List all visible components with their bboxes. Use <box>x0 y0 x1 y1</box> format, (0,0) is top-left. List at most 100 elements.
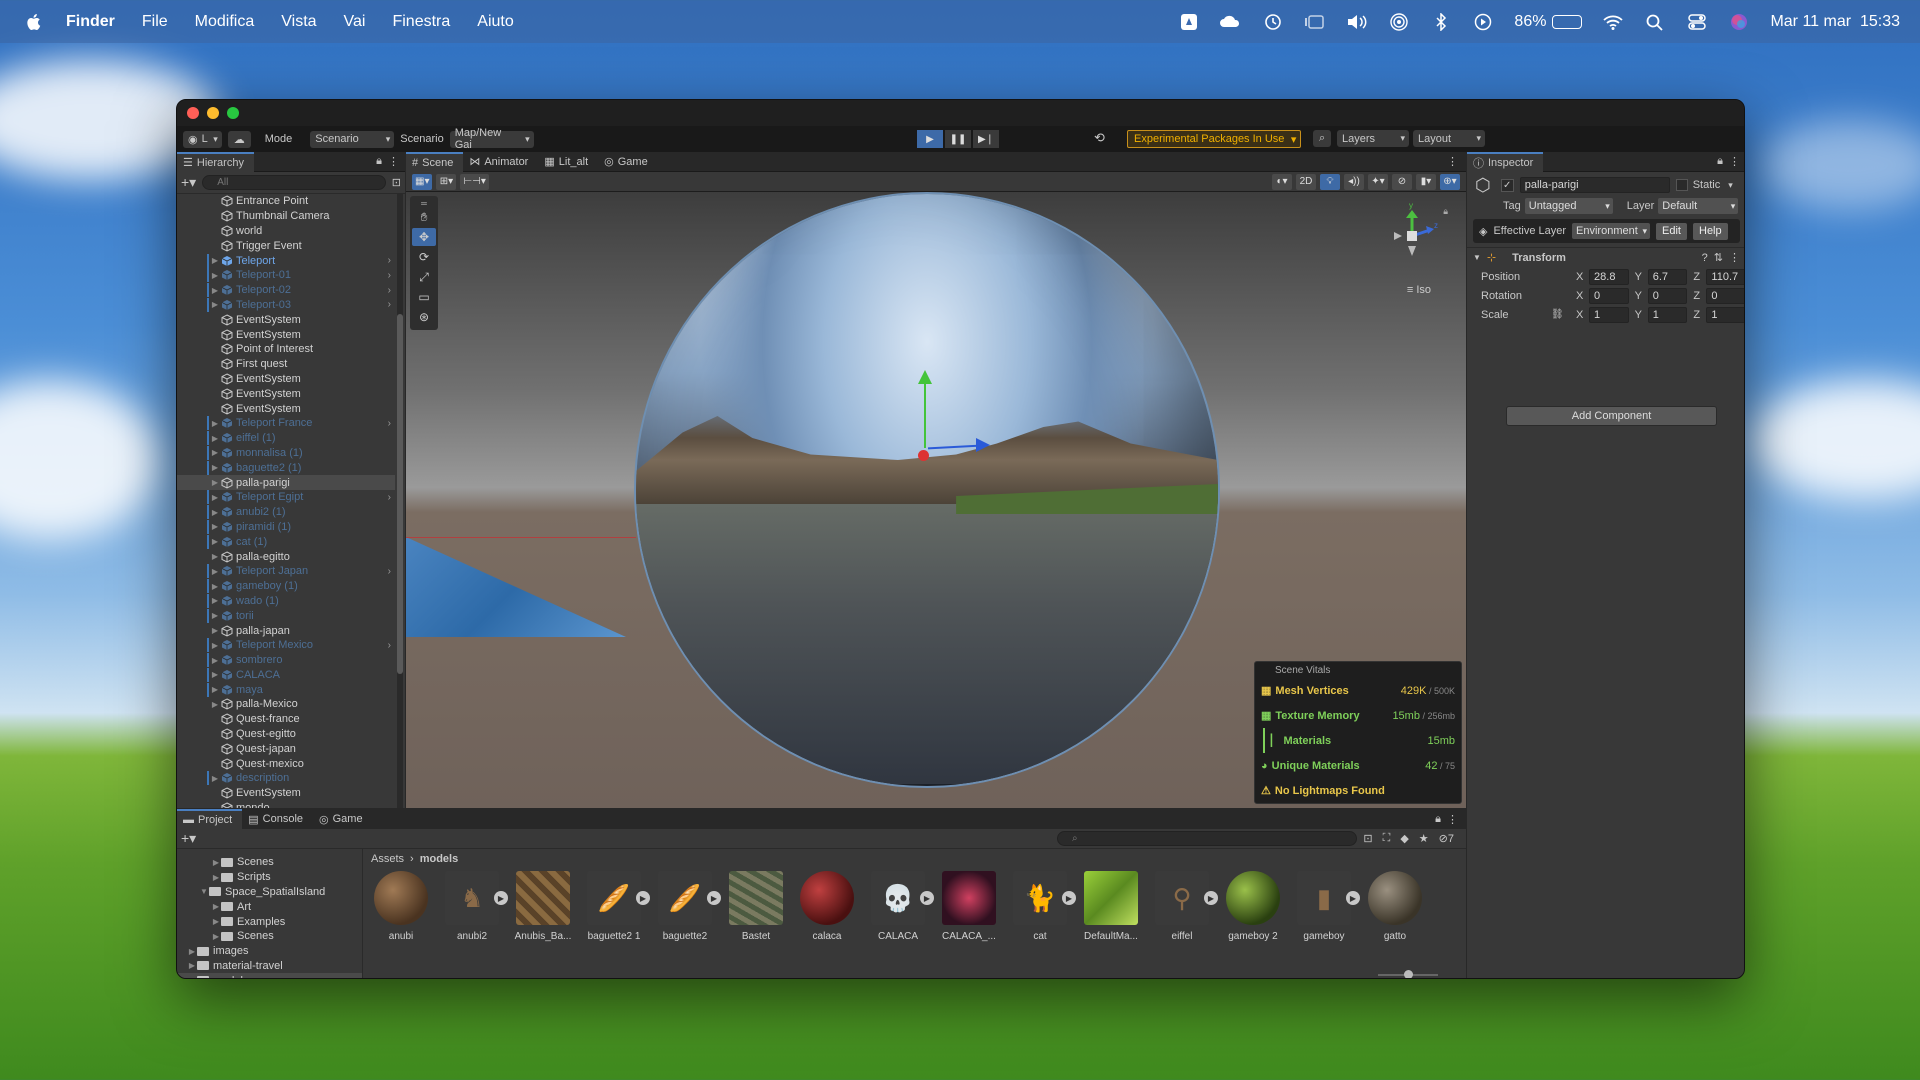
expand-arrow-icon[interactable]: ▶ <box>209 537 221 546</box>
filter-icon[interactable]: ⊡ <box>392 176 401 189</box>
axis-z-label[interactable]: Z <box>1693 309 1706 321</box>
expand-prefab-icon[interactable]: ▶ <box>1204 891 1218 905</box>
lighting-toggle-button[interactable]: 💡︎ <box>1320 173 1340 190</box>
gizmos-button[interactable]: ⊕▾ <box>1440 173 1460 190</box>
chevron-right-icon[interactable]: › <box>388 640 391 651</box>
expand-arrow-icon[interactable]: ▶ <box>209 582 221 591</box>
chevron-right-icon[interactable]: › <box>388 285 391 296</box>
hierarchy-row[interactable]: Point of Interest <box>177 342 395 357</box>
chevron-right-icon[interactable]: › <box>388 492 391 503</box>
lock-icon[interactable]: 🔒︎ <box>1435 813 1441 826</box>
hierarchy-row[interactable]: ▶ Teleport Mexico › <box>177 638 395 653</box>
expand-prefab-icon[interactable]: ▶ <box>707 891 721 905</box>
hierarchy-row[interactable]: Trigger Event <box>177 238 395 253</box>
asset-item[interactable]: ♞ ▶ anubi2 <box>442 871 508 951</box>
scrollbar-thumb[interactable] <box>397 314 403 674</box>
scale-y-field[interactable]: 1 <box>1647 306 1688 323</box>
history-icon[interactable]: ⟲ <box>1094 130 1105 146</box>
hierarchy-row[interactable]: ▶ eiffel (1) <box>177 431 395 446</box>
tab-lit-alt[interactable]: ▦ Lit_alt <box>538 152 598 172</box>
folder-tree-item[interactable]: ▶ Scenes <box>177 929 362 944</box>
hierarchy-row[interactable]: Quest-france <box>177 712 395 727</box>
apple-icon[interactable] <box>24 12 44 32</box>
folder-tree-item[interactable]: ▶ Examples <box>177 914 362 929</box>
expand-arrow-icon[interactable]: ▶ <box>209 611 221 620</box>
kebab-menu-icon[interactable]: ⋮ <box>1447 155 1458 168</box>
asset-item[interactable]: gameboy 2 <box>1223 871 1283 951</box>
menu-app-finder[interactable]: Finder <box>66 13 115 31</box>
position-y-field[interactable]: 6.7 <box>1647 268 1688 285</box>
grid-snap-button[interactable]: ⊞▾ <box>436 173 457 190</box>
rect-tool-icon[interactable]: ▭ <box>412 288 436 306</box>
siri-icon[interactable] <box>1728 13 1750 31</box>
tool-handle-button[interactable]: ▦▾ <box>412 173 433 190</box>
mode-dropdown[interactable]: Scenario <box>310 130 395 148</box>
position-z-field[interactable]: 110.7 <box>1706 268 1744 285</box>
hierarchy-row[interactable]: mondo <box>177 801 395 808</box>
hierarchy-row[interactable]: ▶ palla-Mexico <box>177 697 395 712</box>
hierarchy-scrollbar[interactable] <box>397 194 403 808</box>
folder-tree-item[interactable]: ▶ models <box>177 973 362 978</box>
scale-x-field[interactable]: 1 <box>1589 306 1629 323</box>
folder-tree-item[interactable]: ▶ Art <box>177 899 362 914</box>
hierarchy-row[interactable]: ▶ Teleport Egipt › <box>177 490 395 505</box>
label-icon[interactable]: ◆ <box>1400 832 1408 845</box>
hierarchy-row[interactable]: EventSystem <box>177 312 395 327</box>
expand-arrow-icon[interactable]: ▶ <box>209 271 221 280</box>
spotlight-search-icon[interactable] <box>1644 13 1666 31</box>
scene-viewport[interactable]: ═ ✋︎ ✥ ⟳ ⤢ ▭ ⊛ y z 🔒︎ ≡ Iso Scene Vitals… <box>406 192 1466 808</box>
hierarchy-row[interactable]: ▶ maya <box>177 682 395 697</box>
asset-item[interactable]: Bastet <box>726 871 786 951</box>
tab-hierarchy[interactable]: ☰ Hierarchy <box>177 151 254 172</box>
hidden-packages-toggle[interactable]: ⊘7 <box>1439 832 1454 845</box>
folder-tree-item[interactable]: ▶ Scenes <box>177 855 362 870</box>
effects-button[interactable]: ✦▾ <box>1368 173 1388 190</box>
tab-console[interactable]: ▤ Console <box>242 809 313 829</box>
transform-tool-icon[interactable]: ⊛ <box>412 308 436 326</box>
asset-item[interactable]: 🥖 ▶ baguette2 1 <box>584 871 650 951</box>
hierarchy-row[interactable]: EventSystem <box>177 386 395 401</box>
expand-arrow-icon[interactable]: ▶ <box>209 300 221 309</box>
hierarchy-row[interactable]: ▶ torii <box>177 608 395 623</box>
preset-icon[interactable]: ⇅ <box>1714 251 1723 264</box>
asset-item[interactable]: 💀 ▶ CALACA <box>868 871 934 951</box>
expand-arrow-icon[interactable]: ▶ <box>209 286 221 295</box>
layer-dropdown[interactable]: Default <box>1658 198 1739 214</box>
kebab-menu-icon[interactable]: ⋮ <box>1729 155 1740 168</box>
hierarchy-search-input[interactable]: All <box>202 175 386 190</box>
chevron-right-icon[interactable]: › <box>388 255 391 266</box>
move-gizmo-center[interactable] <box>918 450 929 461</box>
hierarchy-row[interactable]: ▶ Teleport-03 › <box>177 297 395 313</box>
clock[interactable]: Mar 11 mar 15:33 <box>1770 13 1900 31</box>
axis-y-label[interactable]: Y <box>1635 271 1648 283</box>
search-by-type-icon[interactable]: ⊡ <box>1363 832 1372 845</box>
cloud-button[interactable]: ☁ <box>227 130 251 148</box>
scenario-dropdown[interactable]: Map/New Gai <box>449 127 534 151</box>
hierarchy-row[interactable]: ▶ description <box>177 771 395 786</box>
effective-layer-dropdown[interactable]: Environment <box>1572 223 1651 239</box>
camera-settings-button[interactable]: ▮▾ <box>1416 173 1436 190</box>
hierarchy-row[interactable]: EventSystem <box>177 372 395 387</box>
hierarchy-row[interactable]: ▶ Teleport-02 › <box>177 283 395 298</box>
axis-x-label[interactable]: X <box>1576 271 1589 283</box>
hierarchy-row[interactable]: EventSystem <box>177 327 395 342</box>
tab-game[interactable]: ◎ Game <box>598 152 658 172</box>
time-machine-icon[interactable] <box>1262 13 1284 31</box>
asset-item[interactable]: gatto <box>1365 871 1425 951</box>
hierarchy-row[interactable]: ▶ wado (1) <box>177 593 395 609</box>
cloud-icon[interactable] <box>1220 13 1242 31</box>
asset-item[interactable]: ▮ ▶ gameboy <box>1294 871 1360 951</box>
tab-project[interactable]: ▬ Project <box>177 809 243 829</box>
menu-window[interactable]: Finestra <box>392 13 450 31</box>
expand-arrow-icon[interactable]: ▶ <box>209 626 221 635</box>
icon-size-slider[interactable] <box>1378 970 1438 978</box>
expand-arrow-icon[interactable]: ▶ <box>211 873 221 882</box>
minimize-window-button[interactable] <box>207 107 219 119</box>
asset-item[interactable]: DefaultMa... <box>1081 871 1141 951</box>
asset-item[interactable]: CALACA_... <box>939 871 999 951</box>
expand-arrow-icon[interactable]: ▶ <box>209 434 221 443</box>
wifi-icon[interactable] <box>1602 13 1624 31</box>
hierarchy-row[interactable]: ▶ Teleport › <box>177 253 395 268</box>
expand-arrow-icon[interactable]: ▶ <box>211 932 221 941</box>
hierarchy-row[interactable]: Quest-japan <box>177 741 395 756</box>
